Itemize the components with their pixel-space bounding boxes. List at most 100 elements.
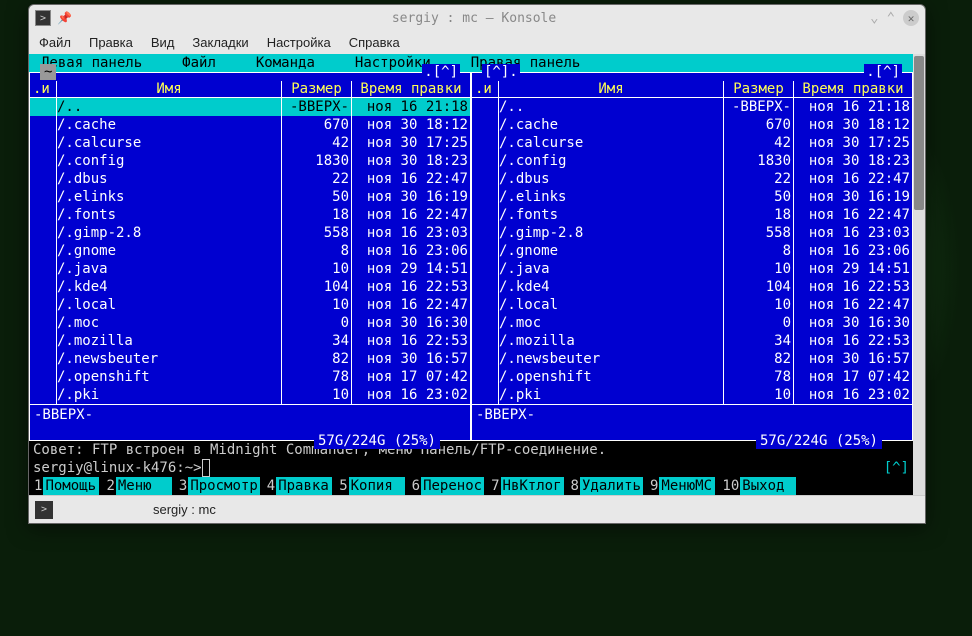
konsole-menubar: Файл Правка Вид Закладки Настройка Справ… [29,31,925,54]
file-row[interactable]: /.local10ноя 16 22:47 [472,296,912,314]
file-size: 10 [724,296,794,314]
file-size: 8 [724,242,794,260]
fkey-9[interactable]: 9МенюМС [649,477,721,495]
left-panel-caret[interactable]: .[^] [422,64,460,80]
right-disk-status: 57G/224G (25%) [756,433,882,449]
prompt-line[interactable]: sergiy@linux-k476:~> [^] [29,459,913,477]
mc-menu-options[interactable]: Настройки [355,54,431,72]
col-size[interactable]: Размер [282,81,352,97]
file-row[interactable]: /.pki10ноя 16 23:02 [30,386,470,404]
file-row[interactable]: /.dbus22ноя 16 22:47 [30,170,470,188]
file-name: /.openshift [499,368,724,386]
scrollbar-thumb[interactable] [914,56,924,210]
menu-help[interactable]: Справка [349,35,400,50]
fkey-number: 2 [105,477,115,495]
file-row[interactable]: /.calcurse42ноя 30 17:25 [472,134,912,152]
left-panel-path[interactable]: ~ [40,64,56,80]
menu-file[interactable]: Файл [39,35,71,50]
file-name: /.moc [499,314,724,332]
titlebar[interactable]: > 📌 sergiy : mc — Konsole ⌄ ⌃ ✕ [29,5,925,31]
file-size: 558 [724,224,794,242]
file-name: /.newsbeuter [499,350,724,368]
file-row[interactable]: /.cache670ноя 30 18:12 [472,116,912,134]
right-panel-caret[interactable]: .[^] [864,64,902,80]
fkey-label: НвКтлог [501,477,564,495]
file-size: 42 [724,134,794,152]
file-row[interactable]: /.local10ноя 16 22:47 [30,296,470,314]
terminal-scrollbar[interactable] [913,54,925,495]
menu-edit[interactable]: Правка [89,35,133,50]
pin-icon[interactable]: 📌 [57,11,72,25]
menu-settings[interactable]: Настройка [267,35,331,50]
file-row[interactable]: /.moc0ноя 30 16:30 [472,314,912,332]
col-size[interactable]: Размер [724,81,794,97]
fkey-10[interactable]: 10Выход [721,477,802,495]
file-time: ноя 30 16:57 [352,350,470,368]
menu-view[interactable]: Вид [151,35,175,50]
maximize-button[interactable]: ⌃ [887,10,895,26]
file-row[interactable]: /.elinks50ноя 30 16:19 [472,188,912,206]
new-tab-button[interactable]: > [35,501,53,519]
minimize-button[interactable]: ⌄ [870,10,878,26]
col-time[interactable]: Время правки [794,81,912,97]
file-size: 18 [282,206,352,224]
tab-title[interactable]: sergiy : mc [153,502,216,517]
file-row[interactable]: /.calcurse42ноя 30 17:25 [30,134,470,152]
right-panel[interactable]: [^]. .[^] .и Имя Размер Время правки /..… [471,72,913,441]
file-row[interactable]: /.newsbeuter82ноя 30 16:57 [472,350,912,368]
menu-bookmarks[interactable]: Закладки [192,35,248,50]
file-size: -ВВЕРХ- [282,98,352,116]
col-name[interactable]: Имя [57,81,282,97]
file-row[interactable]: /.gnome8ноя 16 23:06 [472,242,912,260]
fkey-1[interactable]: 1Помощь [33,477,105,495]
file-size: 50 [282,188,352,206]
fkey-7[interactable]: 7НвКтлог [490,477,569,495]
col-time[interactable]: Время правки [352,81,470,97]
file-row[interactable]: /.elinks50ноя 30 16:19 [30,188,470,206]
file-row[interactable]: /.fonts18ноя 16 22:47 [30,206,470,224]
mc-menu-command[interactable]: Команда [256,54,315,72]
file-row[interactable]: /.gnome8ноя 16 23:06 [30,242,470,260]
file-row[interactable]: /.java10ноя 29 14:51 [30,260,470,278]
mc-menu-file[interactable]: Файл [182,54,216,72]
file-row[interactable]: /.java10ноя 29 14:51 [472,260,912,278]
file-size: 0 [724,314,794,332]
file-row[interactable]: /.pki10ноя 16 23:02 [472,386,912,404]
col-name[interactable]: Имя [499,81,724,97]
file-time: ноя 30 16:30 [794,314,912,332]
fkey-6[interactable]: 6Перенос [411,477,490,495]
file-row[interactable]: /.dbus22ноя 16 22:47 [472,170,912,188]
file-row[interactable]: /.kde4104ноя 16 22:53 [30,278,470,296]
file-row[interactable]: /.mozilla34ноя 16 22:53 [472,332,912,350]
file-row[interactable]: /.openshift78ноя 17 07:42 [30,368,470,386]
file-row[interactable]: /.fonts18ноя 16 22:47 [472,206,912,224]
file-row[interactable]: /.cache670ноя 30 18:12 [30,116,470,134]
col-n[interactable]: .и [30,81,57,97]
file-time: ноя 16 22:47 [794,296,912,314]
close-button[interactable]: ✕ [903,10,919,26]
file-row[interactable]: /.config1830ноя 30 18:23 [30,152,470,170]
terminal-area[interactable]: Левая панель Файл Команда Настройки Прав… [29,54,925,495]
file-row[interactable]: /..-ВВЕРХ-ноя 16 21:18 [30,98,470,116]
file-row[interactable]: /.config1830ноя 30 18:23 [472,152,912,170]
file-row[interactable]: /.mozilla34ноя 16 22:53 [30,332,470,350]
file-row[interactable]: /.gimp-2.8558ноя 16 23:03 [30,224,470,242]
file-row[interactable]: /.kde4104ноя 16 22:53 [472,278,912,296]
fkey-label: Выход [740,477,796,495]
file-row[interactable]: /.moc0ноя 30 16:30 [30,314,470,332]
file-row[interactable]: /.openshift78ноя 17 07:42 [472,368,912,386]
prompt-caret[interactable]: [^] [884,459,909,477]
fkey-3[interactable]: 3Просмотр [178,477,266,495]
col-n[interactable]: .и [472,81,499,97]
right-panel-caret-l[interactable]: [^]. [482,64,520,80]
file-row[interactable]: /.gimp-2.8558ноя 16 23:03 [472,224,912,242]
fkey-4[interactable]: 4Правка [266,477,338,495]
file-row[interactable]: /.newsbeuter82ноя 30 16:57 [30,350,470,368]
left-panel[interactable]: ~ .[^] .и Имя Размер Время правки /..-ВВ… [29,72,471,441]
fkey-2[interactable]: 2Меню [105,477,177,495]
fkey-5[interactable]: 5Копия [338,477,410,495]
fkey-8[interactable]: 8Удалить [570,477,649,495]
file-row[interactable]: /..-ВВЕРХ-ноя 16 21:18 [472,98,912,116]
file-size: 10 [724,386,794,404]
left-panel-header: .и Имя Размер Время правки [30,81,470,98]
